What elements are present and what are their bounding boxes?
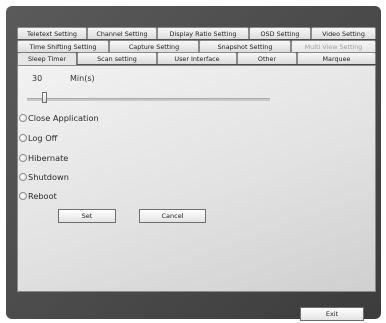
option-log-off[interactable]: Log Off <box>19 132 57 144</box>
option-reboot[interactable]: Reboot <box>19 190 57 202</box>
tab-osd-setting[interactable]: OSD Setting <box>249 27 311 39</box>
tab-time-shifting-setting[interactable]: Time Shifting Setting <box>17 40 109 52</box>
option-hibernate[interactable]: Hibernate <box>19 152 68 164</box>
tab-row-3: Sleep Timer Scan setting User Interface … <box>17 52 376 65</box>
tab-other[interactable]: Other <box>237 52 297 64</box>
option-label: Close Application <box>28 113 99 123</box>
option-label: Log Off <box>28 133 58 143</box>
option-label: Reboot <box>28 191 57 201</box>
option-label: Hibernate <box>28 153 69 163</box>
exit-button[interactable]: Exit <box>300 307 364 321</box>
radio-icon[interactable] <box>19 114 27 122</box>
tab-bar: Teletext Setting Channel Setting Display… <box>17 27 376 65</box>
tab-channel-setting[interactable]: Channel Setting <box>87 27 157 39</box>
radio-icon[interactable] <box>19 173 27 181</box>
timer-slider-track[interactable] <box>27 98 270 101</box>
tab-marquee[interactable]: Marquee <box>297 52 376 64</box>
cancel-button[interactable]: Cancel <box>139 209 206 223</box>
option-label: Shutdown <box>28 172 69 182</box>
tab-teletext-setting[interactable]: Teletext Setting <box>17 27 87 39</box>
tab-display-ratio-setting[interactable]: Display Ratio Setting <box>157 27 249 39</box>
radio-icon[interactable] <box>19 154 27 162</box>
tab-row-1: Teletext Setting Channel Setting Display… <box>17 27 376 39</box>
timer-unit: Min(s) <box>70 74 95 83</box>
tab-video-setting[interactable]: Video Setting <box>311 27 376 39</box>
tab-capture-setting[interactable]: Capture Setting <box>109 40 199 52</box>
tab-sleep-timer[interactable]: Sleep Timer <box>17 52 77 65</box>
radio-icon[interactable] <box>19 192 27 200</box>
radio-icon[interactable] <box>19 134 27 142</box>
option-close-application[interactable]: Close Application <box>19 112 99 124</box>
timer-slider-thumb[interactable] <box>42 92 47 103</box>
timer-value: 30 <box>32 74 43 83</box>
option-shutdown[interactable]: Shutdown <box>19 171 69 183</box>
tab-multi-view-setting[interactable]: Multi View Setting <box>291 40 376 52</box>
tab-row-2: Time Shifting Setting Capture Setting Sn… <box>17 40 376 52</box>
tab-scan-setting[interactable]: Scan setting <box>77 52 157 64</box>
sleep-timer-panel: 30 Min(s) Close Application Log Off Hibe… <box>17 65 376 292</box>
set-button[interactable]: Set <box>58 209 116 223</box>
tab-snapshot-setting[interactable]: Snapshot Setting <box>199 40 291 52</box>
tab-user-interface[interactable]: User Interface <box>157 52 237 64</box>
